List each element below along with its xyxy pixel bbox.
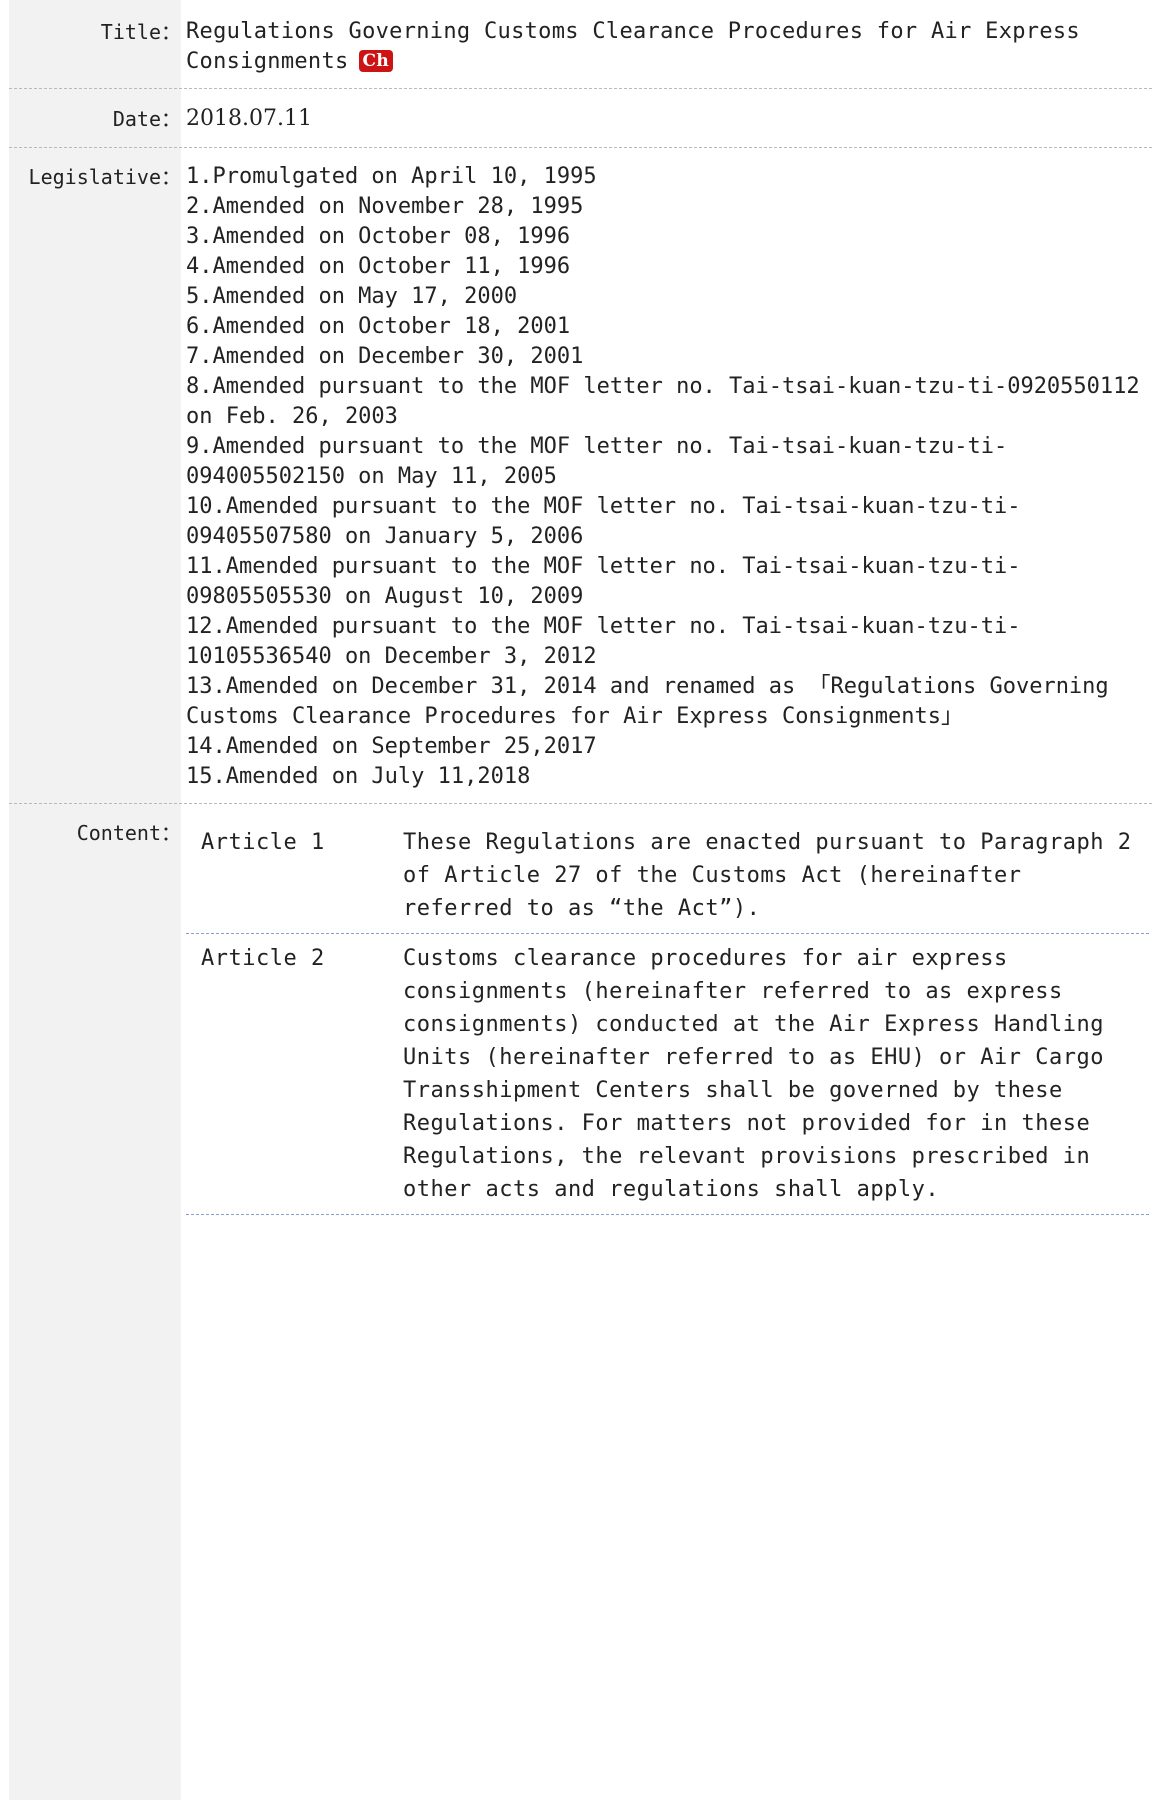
legislative-label: Legislative： [28,165,181,189]
legislative-item: 7.Amended on December 30, 2001 [186,344,584,369]
article-row: Article 1 These Regulations are enacted … [186,818,1149,934]
legislative-history: 1.Promulgated on April 10, 1995 2.Amende… [186,162,1146,792]
legislative-item: 10.Amended pursuant to the MOF letter no… [186,494,1021,549]
legislative-list: 1.Promulgated on April 10, 1995 2.Amende… [186,162,1146,792]
article-row: Article 2 Customs clearance procedures f… [186,934,1149,1215]
article-number: Article 2 [201,946,325,971]
legislative-item: 5.Amended on May 17, 2000 [186,284,518,309]
legislative-item: 4.Amended on October 11, 1996 [186,254,571,279]
chinese-version-link[interactable]: Ch [358,50,394,72]
regulation-page: Title： Regulations Governing Customs Cle… [9,0,1152,1800]
content-row: Content： Article 1 These Regulations are… [9,804,1152,1800]
legislative-item: 14.Amended on September 25,2017 [186,734,597,759]
date-row: Date： 2018.07.11 [9,89,1152,148]
legislative-item: 8.Amended pursuant to the MOF letter no.… [186,374,1153,429]
legislative-item: 1.Promulgated on April 10, 1995 [186,164,597,189]
content-label: Content： [76,821,181,845]
article-number: Article 1 [201,830,325,855]
legislative-item: 13.Amended on December 31, 2014 and rena… [186,674,1122,729]
articles-list: Article 1 These Regulations are enacted … [186,818,1149,1215]
legislative-item: 3.Amended on October 08, 1996 [186,224,571,249]
legislative-item: 6.Amended on October 18, 2001 [186,314,571,339]
article-text: These Regulations are enacted pursuant t… [403,830,1132,921]
regulation-title: Regulations Governing Customs Clearance … [186,19,1080,74]
title-label: Title： [100,20,181,44]
title-row: Title： Regulations Governing Customs Cle… [9,0,1152,89]
title-value: Regulations Governing Customs Clearance … [186,17,1146,77]
article-text: Customs clearance procedures for air exp… [403,946,1105,1202]
legislative-item: 2.Amended on November 28, 1995 [186,194,584,219]
legislative-item: 11.Amended pursuant to the MOF letter no… [186,554,1021,609]
date-value: 2018.07.11 [186,106,312,131]
legislative-item: 9.Amended pursuant to the MOF letter no.… [186,434,1008,489]
legislative-item: 15.Amended on July 11,2018 [186,764,531,789]
date-label: Date： [112,107,181,131]
legislative-item: 12.Amended pursuant to the MOF letter no… [186,614,1021,669]
legislative-row: Legislative： 1.Promulgated on April 10, … [9,148,1152,804]
